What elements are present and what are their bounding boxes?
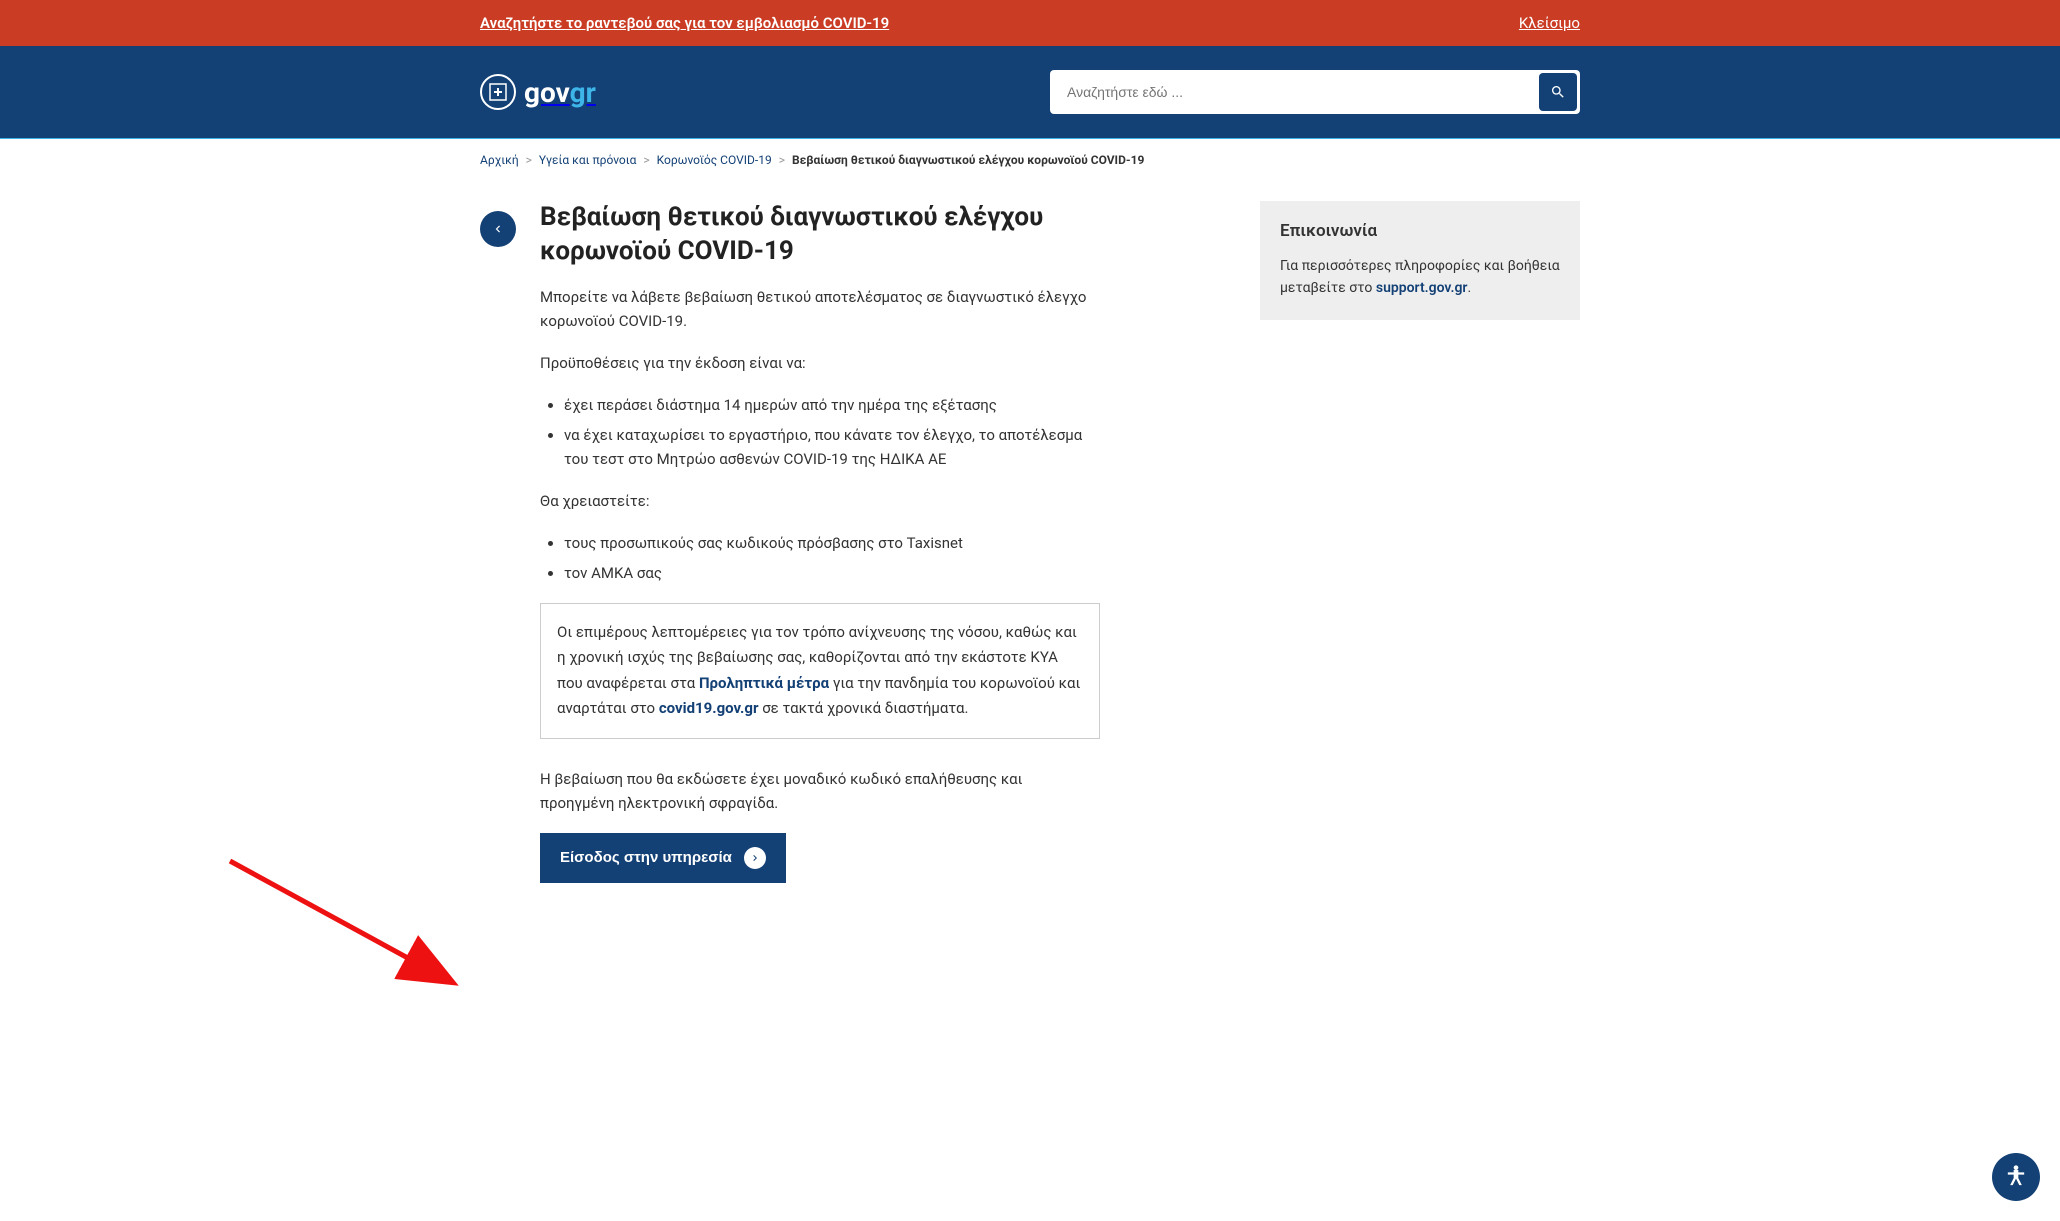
need-heading: Θα χρειαστείτε: [540, 489, 1100, 513]
breadcrumb: Αρχική > Υγεία και πρόνοια > Κορωνοϊός C… [460, 139, 1600, 181]
info-box: Οι επιμέρους λεπτομέρειες για τον τρόπο … [540, 603, 1100, 739]
info-text: σε τακτά χρονικά διαστήματα. [762, 699, 968, 717]
prereq-list: έχει περάσει διάστημα 14 ημερών από την … [564, 393, 1100, 471]
breadcrumb-separator: > [643, 153, 649, 167]
intro-paragraph: Μπορείτε να λάβετε βεβαίωση θετικού αποτ… [540, 285, 1100, 333]
annotation-arrow [220, 851, 480, 1001]
breadcrumb-link-home[interactable]: Αρχική [480, 153, 519, 167]
contact-text: Για περισσότερες πληροφορίες και βοήθεια… [1280, 255, 1560, 300]
list-item: τους προσωπικούς σας κωδικούς πρόσβασης … [564, 531, 1100, 555]
search-container [1050, 70, 1580, 114]
accessibility-icon [2002, 1163, 2030, 1191]
contact-box: Επικοινωνία Για περισσότερες πληροφορίες… [1260, 201, 1580, 320]
site-header: govgr [0, 46, 2060, 138]
logo-text: govgr [524, 76, 596, 109]
need-list: τους προσωπικούς σας κωδικούς πρόσβασης … [564, 531, 1100, 585]
list-item: έχει περάσει διάστημα 14 ημερών από την … [564, 393, 1100, 417]
back-button[interactable] [480, 211, 516, 247]
prereq-heading: Προϋποθέσεις για την έκδοση είναι να: [540, 351, 1100, 375]
alert-banner: Αναζητήστε το ραντεβού σας για τον εμβολ… [0, 0, 2060, 46]
alert-message-link[interactable]: Αναζητήστε το ραντεβού σας για τον εμβολ… [480, 14, 889, 32]
breadcrumb-link-covid[interactable]: Κορωνοϊός COVID-19 [657, 153, 772, 167]
page-title: Βεβαίωση θετικού διαγνωστικού ελέγχου κο… [540, 201, 1100, 269]
accessibility-button[interactable] [1992, 1153, 2040, 1201]
list-item: να έχει καταχωρίσει το εργαστήριο, που κ… [564, 423, 1100, 471]
alert-close-link[interactable]: Κλείσιμο [1519, 14, 1580, 32]
enter-service-button[interactable]: Είσοδος στην υπηρεσία [540, 833, 786, 883]
search-icon [1550, 84, 1566, 100]
breadcrumb-link-health[interactable]: Υγεία και πρόνοια [539, 153, 636, 167]
note-paragraph: Η βεβαίωση που θα εκδώσετε έχει μοναδικό… [540, 767, 1100, 815]
contact-link[interactable]: support.gov.gr [1376, 280, 1468, 296]
breadcrumb-separator: > [526, 153, 532, 167]
site-logo[interactable]: govgr [480, 74, 596, 110]
list-item: τον ΑΜΚΑ σας [564, 561, 1100, 585]
breadcrumb-current: Βεβαίωση θετικού διαγνωστικού ελέγχου κο… [792, 153, 1144, 167]
main-content: Βεβαίωση θετικού διαγνωστικού ελέγχου κο… [460, 181, 1600, 903]
sidebar: Επικοινωνία Για περισσότερες πληροφορίες… [1260, 201, 1580, 883]
breadcrumb-separator: > [779, 153, 785, 167]
chevron-right-icon [744, 847, 766, 869]
contact-title: Επικοινωνία [1280, 221, 1560, 241]
cta-label: Είσοδος στην υπηρεσία [560, 849, 732, 866]
search-button[interactable] [1539, 73, 1577, 111]
info-link-measures[interactable]: Προληπτικά μέτρα [699, 674, 829, 692]
chevron-left-icon [491, 222, 505, 236]
info-link-covid19[interactable]: covid19.gov.gr [659, 699, 759, 717]
article: Βεβαίωση θετικού διαγνωστικού ελέγχου κο… [540, 201, 1100, 883]
emblem-icon [480, 74, 516, 110]
search-input[interactable] [1053, 74, 1539, 110]
